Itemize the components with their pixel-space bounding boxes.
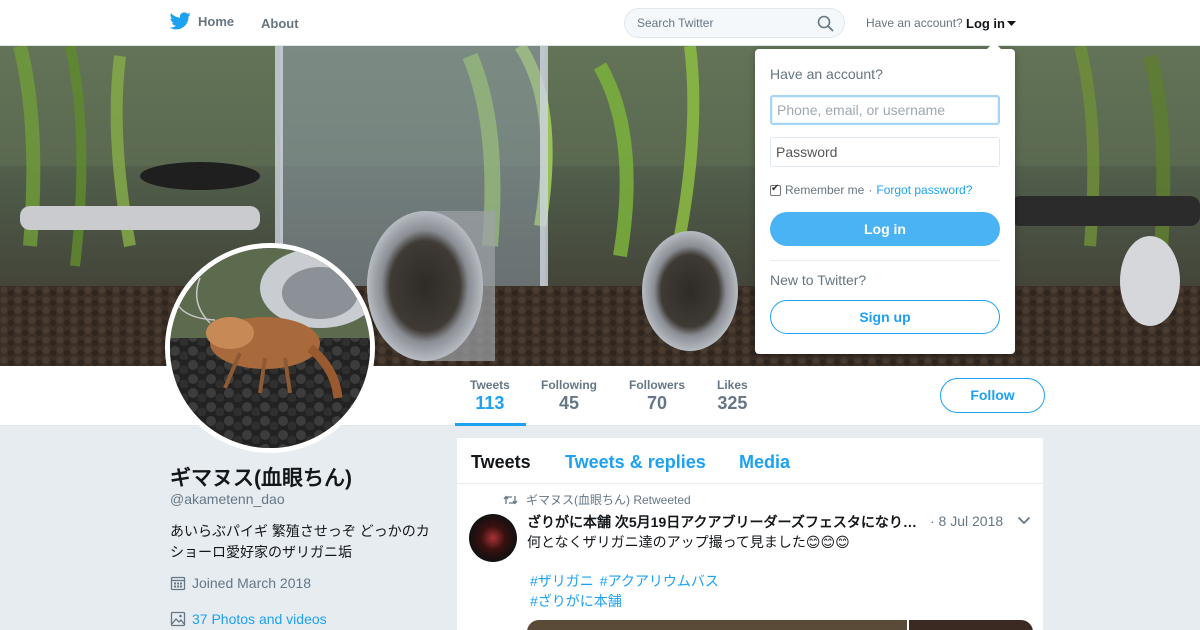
stat-tweets[interactable]: Tweets 113 [470,378,510,414]
stat-value: 113 [475,393,505,413]
follow-button[interactable]: Follow [940,378,1045,413]
stat-value: 325 [717,393,748,413]
avatar-image [170,248,370,448]
photo-icon [170,611,186,627]
hashtag-link[interactable]: #ざりがに本舗 [530,593,622,609]
search-icon[interactable] [817,15,834,32]
stat-value: 70 [646,393,668,413]
profile-handle[interactable]: @akametenn_dao [170,491,285,507]
hashtag-link[interactable]: #ザリガニ [530,573,594,589]
photos-label: 37 Photos and videos [192,611,327,627]
signup-button[interactable]: Sign up [770,300,1000,334]
retweet-text[interactable]: ギマヌス(血眼ちん) Retweeted [526,491,691,508]
stat-likes[interactable]: Likes 325 [717,378,748,414]
tweet-timestamp[interactable]: · 8 Jul 2018 [930,513,1003,529]
search-input[interactable]: Search Twitter [624,8,845,38]
password-field[interactable] [770,137,1000,167]
login-dropdown: Have an account? Remember me · Forgot pa… [755,42,1015,354]
stat-followers[interactable]: Followers 70 [629,378,685,414]
tweet-author-name[interactable]: ざりがに本舗 次5月19日アクアブリーダーズフェスタになります！ [527,512,922,532]
separator-dot: · [868,183,873,197]
home-link[interactable]: Home [170,12,234,30]
remember-me-checkbox[interactable] [770,183,781,196]
login-label: Log in [966,16,1005,31]
home-label: Home [198,13,235,29]
stat-label: Followers [629,378,686,392]
tweet-header: ざりがに本舗 次5月19日アクアブリーダーズフェスタになります！ · 8 Jul… [527,512,1031,532]
joined-label: Joined March 2018 [192,575,312,591]
tab-media[interactable]: Media [739,452,790,473]
hashtag-link[interactable]: #アクアリウムバス [600,573,719,589]
stat-label: Likes [717,378,748,392]
profile-bio: あいらぶパイギ 繁殖させっぞ どっかのカショーロ愛好家のザリガニ垢 [170,523,430,560]
calendar-icon [170,576,186,591]
tab-tweets[interactable]: Tweets [471,452,531,473]
tab-tweets-and-replies[interactable]: Tweets & replies [565,452,706,473]
caret-down-icon [1007,20,1016,26]
login-dropdown-toggle[interactable]: Log in [966,16,1016,31]
new-to-twitter-text: New to Twitter? [770,272,867,288]
top-navigation: Home About Search Twitter Have an accoun… [0,0,1200,46]
stat-label: Tweets [470,378,510,392]
stat-label: Following [541,378,597,392]
stat-following[interactable]: Following 45 [541,378,597,414]
tweet-body: 何となくザリガニ達のアップ撮って見ました [527,534,806,550]
retweet-context: ギマヌス(血眼ちん) Retweeted [503,491,691,508]
timeline: Tweets Tweets & replies Media ギマヌス(血眼ちん)… [456,437,1044,630]
photos-and-videos-link[interactable]: 37 Photos and videos [170,611,327,627]
tweet-emoji: 😊😊😊 [805,533,850,550]
twitter-bird-icon [170,12,191,30]
tweet-media[interactable] [527,620,1033,630]
stat-value: 45 [558,393,580,413]
forgot-password-link[interactable]: Forgot password? [876,183,972,197]
timeline-tabs: Tweets Tweets & replies Media [457,438,1043,484]
avatar[interactable] [165,243,375,453]
search-placeholder: Search Twitter [637,16,714,30]
chevron-down-icon[interactable] [1017,516,1031,525]
divider [770,260,1000,261]
retweet-icon [503,494,518,505]
profile-name[interactable]: ギマヌス(血眼ちん) [170,462,352,492]
tweet-media-image[interactable] [527,620,907,630]
active-stat-indicator [455,423,526,426]
username-field[interactable] [770,95,1000,125]
tweet-text: 何となくザリガニ達のアップ撮って見ました 😊😊😊 [527,532,850,552]
remember-me-row: Remember me · Forgot password? [770,183,972,197]
have-account-text: Have an account? [866,16,963,30]
joined-date: Joined March 2018 [170,575,311,591]
login-button[interactable]: Log in [770,212,1000,246]
tweet-hashtags: #ザリガニ #アクアリウムバス #ざりがに本舗 [530,571,725,611]
about-link[interactable]: About [261,16,299,31]
tweet-media-image[interactable] [909,620,1033,630]
remember-me-label[interactable]: Remember me [785,183,864,197]
dropdown-title: Have an account? [770,66,883,82]
tweet-author-avatar[interactable] [469,514,517,562]
